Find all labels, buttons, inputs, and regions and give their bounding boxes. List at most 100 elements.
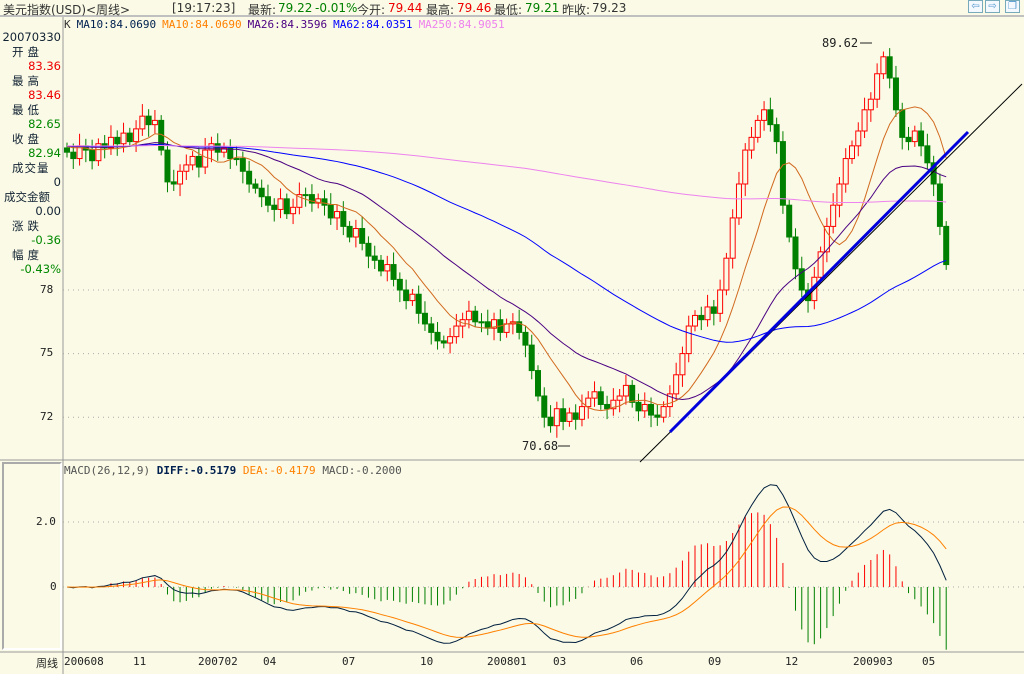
candle (296, 182, 303, 215)
candle (685, 315, 692, 363)
candle (334, 204, 341, 231)
candle (748, 126, 755, 159)
candle (145, 109, 152, 137)
candle (880, 51, 887, 80)
candle (641, 392, 648, 418)
candle (874, 63, 881, 108)
candle (723, 252, 730, 296)
max-annotation: 89.62 (822, 36, 858, 50)
candle (886, 48, 893, 89)
candlestick-chart[interactable]: 89.62 70.68 (0, 0, 1024, 674)
candle (622, 375, 629, 405)
candle (459, 312, 466, 339)
candle (264, 184, 271, 213)
candle (773, 117, 780, 154)
candle (754, 115, 761, 143)
candle (679, 346, 686, 387)
candle (936, 173, 943, 236)
candle (114, 130, 121, 156)
candle (183, 154, 190, 180)
candle (365, 236, 372, 269)
trend-line-support (668, 130, 970, 434)
candle (823, 217, 830, 263)
candle (246, 160, 253, 193)
candle (447, 327, 454, 354)
candle (842, 148, 849, 193)
candle (277, 188, 284, 219)
candle (698, 306, 705, 331)
candle (170, 169, 177, 191)
candle (472, 305, 479, 328)
min-annotation: 70.68 (522, 439, 558, 453)
candle (151, 110, 158, 134)
candle (535, 365, 541, 402)
candle (930, 155, 937, 197)
candle (798, 256, 805, 297)
candle (258, 179, 265, 208)
candle (578, 394, 585, 427)
candle (729, 209, 736, 269)
candle (503, 318, 510, 338)
candle (528, 334, 535, 380)
candle (849, 140, 855, 164)
candle (227, 139, 234, 169)
candle (415, 285, 422, 324)
candle (371, 245, 378, 270)
candle (478, 313, 485, 333)
candle (64, 142, 70, 158)
candle (911, 125, 918, 147)
candle (434, 322, 441, 350)
candle (290, 198, 297, 225)
candle (742, 143, 749, 197)
candle (82, 138, 89, 163)
candle (710, 299, 717, 326)
candle (673, 362, 680, 401)
candle (572, 404, 579, 430)
candle (283, 193, 290, 219)
candle (164, 141, 171, 193)
candle (566, 407, 573, 427)
candle (302, 187, 309, 207)
candle (126, 127, 133, 147)
candle (779, 131, 786, 214)
candle (585, 391, 592, 419)
candle (591, 381, 598, 407)
candle (271, 198, 278, 222)
candle (836, 177, 843, 218)
candle (327, 193, 334, 225)
candle (315, 193, 322, 209)
candle (390, 252, 397, 287)
candle (384, 255, 391, 282)
candle (509, 313, 516, 335)
candle (610, 388, 617, 416)
candle (855, 122, 862, 157)
candle (403, 279, 410, 310)
candle (654, 404, 661, 426)
candle (76, 133, 83, 166)
candle (553, 401, 560, 438)
candle (786, 199, 793, 243)
candle (346, 221, 353, 243)
candle (308, 184, 315, 212)
candle (905, 126, 912, 151)
candle (189, 151, 196, 171)
candle (861, 97, 868, 138)
candle (428, 316, 435, 345)
candle (409, 288, 416, 306)
candle (221, 142, 227, 158)
candle (616, 389, 623, 413)
candle (133, 120, 140, 152)
candle (396, 272, 403, 303)
candle (252, 178, 259, 194)
candle (892, 65, 899, 117)
candle (547, 405, 554, 433)
candle (692, 310, 698, 332)
candle (767, 97, 774, 132)
candle (177, 164, 184, 197)
candle (830, 193, 837, 234)
candle (421, 301, 428, 331)
candle (629, 380, 636, 408)
candle (918, 122, 925, 157)
candle (635, 393, 642, 422)
candle (867, 92, 874, 122)
